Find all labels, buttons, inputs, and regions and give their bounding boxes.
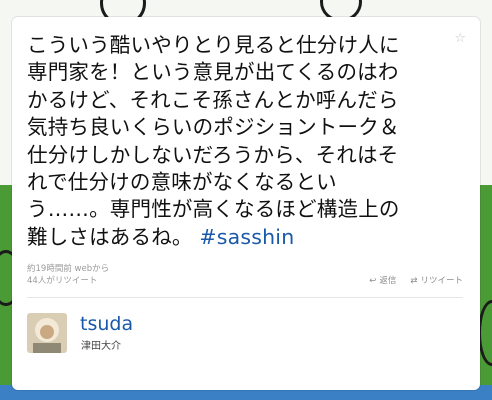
tweet-text: こういう酷いやりとり見ると仕分け人に 専門家を！という意見が出てくるのはわ かる… bbox=[27, 32, 463, 251]
time-source[interactable]: 約19時間前 webから bbox=[27, 263, 463, 275]
retweet-button[interactable]: ⇄ リツイート bbox=[410, 275, 463, 287]
tweet-card: ☆ こういう酷いやりとり見ると仕分け人に 専門家を！という意見が出てくるのはわ … bbox=[12, 17, 480, 390]
tweet-meta: 約19時間前 webから 44人がリツイート ↩ 返信 ⇄ リツイート bbox=[27, 263, 463, 287]
reply-label: 返信 bbox=[379, 276, 397, 286]
reply-icon: ↩ bbox=[369, 276, 377, 286]
retweet-label: リツイート bbox=[420, 276, 463, 286]
tweet-line: 気持ち良いくらいのポジショントーク＆ bbox=[27, 115, 400, 140]
tweet-line: れで仕分けの意味がなくなるとい bbox=[27, 170, 337, 195]
divider bbox=[27, 297, 463, 298]
reply-button[interactable]: ↩ 返信 bbox=[369, 275, 396, 287]
retweet-icon: ⇄ bbox=[410, 276, 418, 286]
tweet-line-last: 難しさはあるね。 #sasshin bbox=[27, 224, 463, 251]
tweet-line-text: 難しさはあるね。 bbox=[27, 224, 193, 249]
hashtag-link[interactable]: #sasshin bbox=[199, 225, 294, 249]
retweet-count[interactable]: 44人がリツイート bbox=[27, 275, 97, 287]
tweet-line: こういう酷いやりとり見ると仕分け人に bbox=[27, 33, 400, 57]
tweet-line: 専門家を！という意見が出てくるのはわ bbox=[27, 60, 399, 85]
tweet-line: かるけど、それこそ孫さんとか呼んだら bbox=[27, 87, 399, 112]
author-username[interactable]: tsuda bbox=[80, 313, 133, 335]
author-display-name: 津田大介 bbox=[81, 341, 121, 352]
tweet-line: 仕分けしかしないだろうから、それはそ bbox=[27, 142, 399, 167]
avatar[interactable] bbox=[27, 313, 67, 353]
tweet-line: う……。専門性が高くなるほど構造上の bbox=[27, 197, 400, 222]
